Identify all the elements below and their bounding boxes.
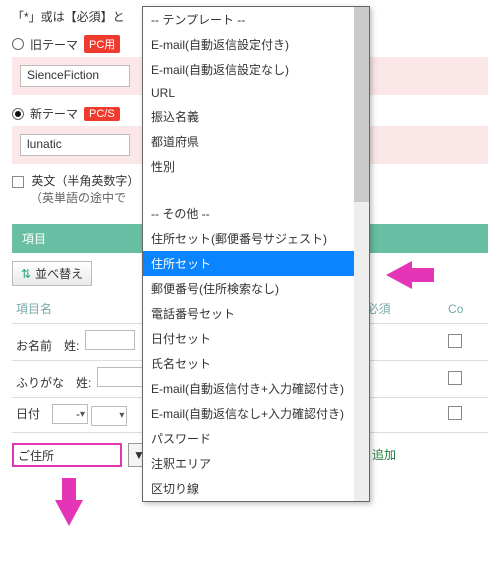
eibun-checkbox[interactable]: [12, 176, 24, 188]
add-button-label: 追加: [372, 446, 396, 463]
dropdown-item[interactable]: E-mail(自動返信設定付き): [143, 32, 356, 57]
dropdown-scroll-thumb[interactable]: [354, 7, 369, 202]
col-co: Co: [444, 294, 488, 324]
co-checkbox[interactable]: [448, 371, 462, 385]
sort-button-label: 並べ替え: [35, 265, 83, 282]
new-theme-radio[interactable]: [12, 108, 24, 120]
co-checkbox[interactable]: [448, 406, 462, 420]
row-name: 日付: [16, 405, 40, 422]
row-name: ふりがな: [16, 374, 64, 391]
dropdown-item[interactable]: 日付セット: [143, 326, 356, 351]
dropdown-item[interactable]: 都道府県: [143, 129, 356, 154]
dropdown-item[interactable]: E-mail(自動返信付き+入力確認付き): [143, 376, 356, 401]
date-select-2[interactable]: [91, 406, 127, 426]
dropdown-scrollbar[interactable]: [354, 7, 369, 501]
new-theme-badge: PC/S: [84, 107, 120, 121]
dropdown-item[interactable]: -- テンプレート --: [143, 7, 356, 32]
sort-button[interactable]: ⇅ 並べ替え: [12, 261, 92, 286]
old-theme-input[interactable]: SienceFiction: [20, 65, 130, 87]
row-name: お名前: [16, 337, 52, 354]
dropdown-item[interactable]: 氏名セット: [143, 351, 356, 376]
dropdown-item[interactable]: E-mail(自動返信なし+入力確認付き): [143, 401, 356, 426]
sort-icon: ⇅: [21, 267, 31, 281]
date-select-1[interactable]: -: [52, 404, 88, 424]
co-checkbox[interactable]: [448, 334, 462, 348]
dropdown-item[interactable]: 注釈エリア: [143, 451, 356, 476]
old-theme-label: 旧テーマ: [30, 36, 78, 53]
dropdown-item[interactable]: 電話番号セット: [143, 301, 356, 326]
eibun-label: 英文（半角英数字）: [31, 174, 139, 188]
new-theme-input[interactable]: lunatic: [20, 134, 130, 156]
item-name-input[interactable]: ご住所: [12, 443, 122, 467]
type-dropdown[interactable]: -- テンプレート --E-mail(自動返信設定付き)E-mail(自動返信設…: [142, 6, 370, 502]
sei-label: 姓:: [76, 374, 91, 391]
dropdown-item[interactable]: 性別: [143, 154, 356, 179]
dropdown-item[interactable]: -- その他 --: [143, 201, 356, 226]
dropdown-item[interactable]: 住所セット: [143, 251, 356, 276]
dropdown-item[interactable]: 振込名義: [143, 104, 356, 129]
old-theme-badge: PC用: [84, 35, 120, 53]
dropdown-item[interactable]: パスワード: [143, 426, 356, 451]
dropdown-item[interactable]: E-mail(自動返信設定なし): [143, 57, 356, 82]
dropdown-item[interactable]: 住所セット(郵便番号サジェスト): [143, 226, 356, 251]
sei-input[interactable]: [97, 367, 147, 387]
dropdown-item[interactable]: [143, 179, 356, 201]
old-theme-radio[interactable]: [12, 38, 24, 50]
dropdown-item[interactable]: 区切り線: [143, 476, 356, 501]
dropdown-item[interactable]: 郵便番号(住所検索なし): [143, 276, 356, 301]
annotation-arrow-right: [386, 261, 412, 289]
annotation-arrow-down: [55, 500, 83, 526]
sei-input[interactable]: [85, 330, 135, 350]
dropdown-item[interactable]: URL: [143, 82, 356, 104]
sei-label: 姓:: [64, 337, 79, 354]
new-theme-label: 新テーマ: [30, 105, 78, 122]
